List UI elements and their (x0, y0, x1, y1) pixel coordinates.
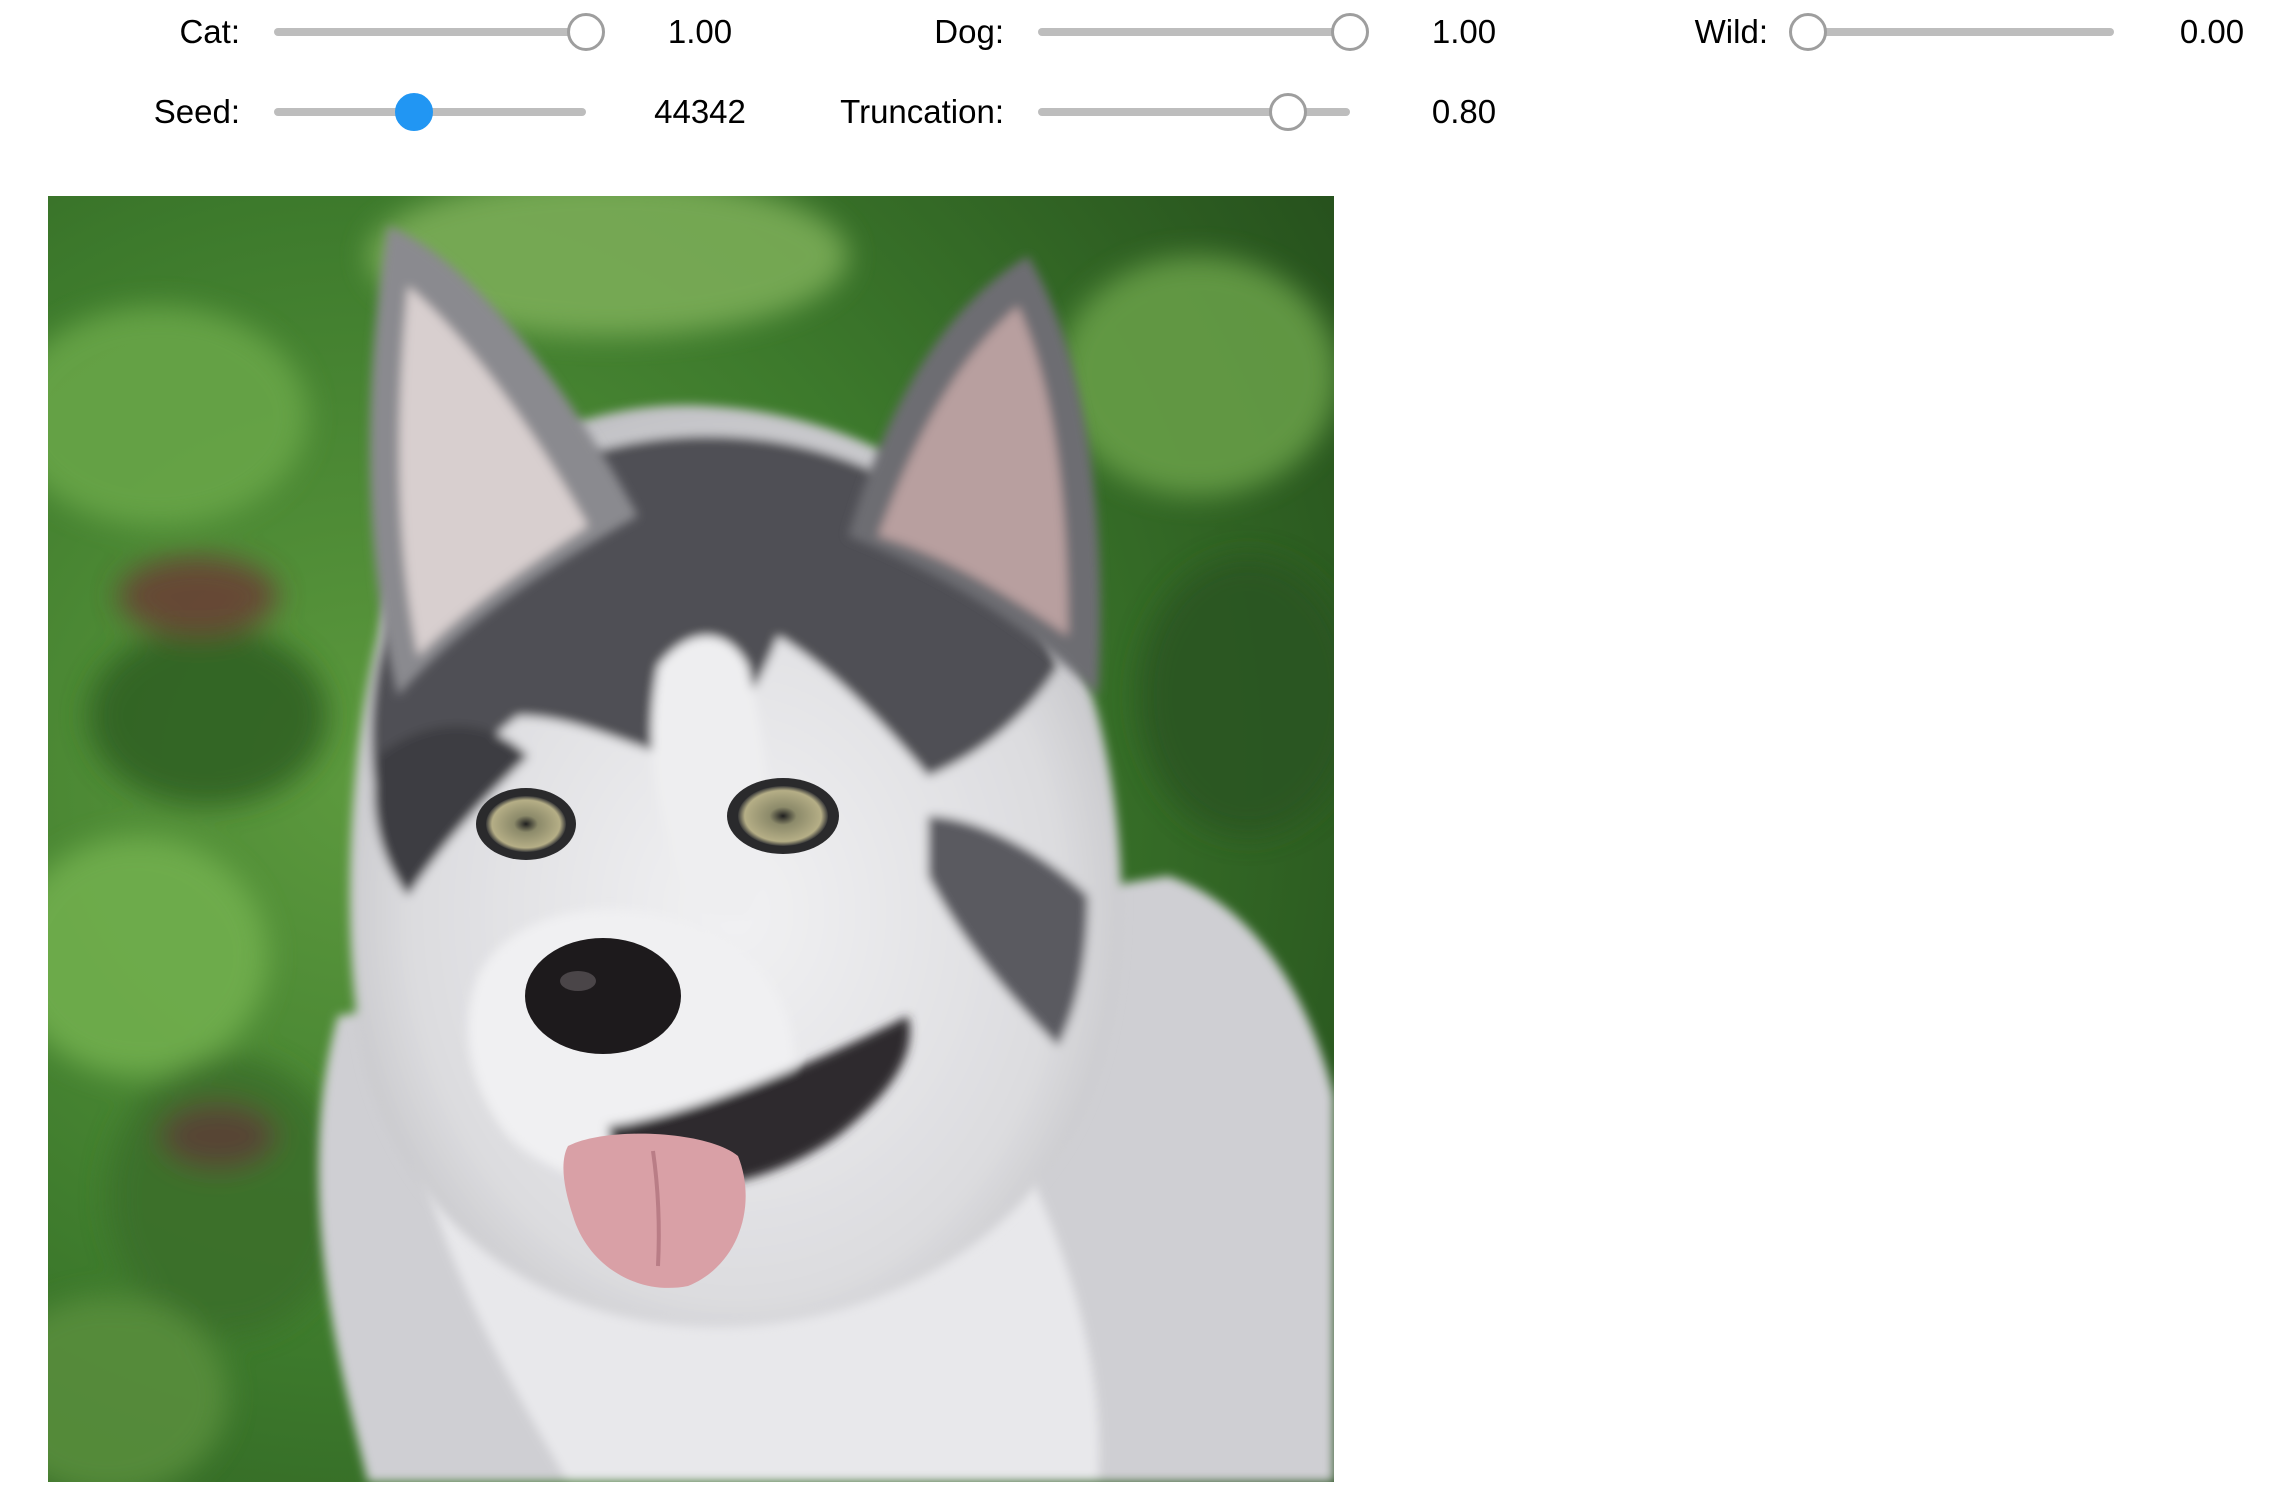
dog-slider-handle[interactable] (1331, 13, 1369, 51)
wild-slider-widget: Wild: 0.00 (1520, 2, 2272, 62)
wild-slider-handle[interactable] (1789, 13, 1827, 51)
wild-slider-track[interactable] (1808, 28, 2114, 36)
wild-slider-label: Wild: (1694, 13, 1768, 50)
cat-slider-label: Cat: (179, 13, 240, 50)
seed-slider-handle[interactable] (395, 93, 434, 131)
dog-slider-value: 1.00 (1431, 13, 1497, 50)
cat-slider-track[interactable] (274, 28, 586, 36)
cat-slider-widget: Cat: 1.00 (0, 2, 760, 62)
truncation-slider-value: 0.80 (1431, 93, 1497, 130)
generated-dog-image (48, 196, 1334, 1482)
truncation-slider-handle[interactable] (1268, 93, 1307, 131)
truncation-slider-label: Truncation: (840, 93, 1004, 130)
dog-nose (525, 938, 681, 1054)
seed-slider-label: Seed: (153, 93, 240, 130)
dog-slider-label: Dog: (934, 13, 1004, 50)
wild-slider-value: 0.00 (2179, 13, 2245, 50)
seed-slider-widget: Seed: 44342 (0, 82, 760, 142)
cat-slider-handle[interactable] (567, 13, 605, 51)
husky-dog-illustration (48, 196, 1334, 1482)
seed-slider-value: 44342 (654, 93, 746, 130)
cat-slider-value: 1.00 (667, 13, 733, 50)
dog-slider-track[interactable] (1038, 28, 1350, 36)
truncation-slider-widget: Truncation: 0.80 (760, 82, 1520, 142)
dog-slider-widget: Dog: 1.00 (760, 2, 1520, 62)
